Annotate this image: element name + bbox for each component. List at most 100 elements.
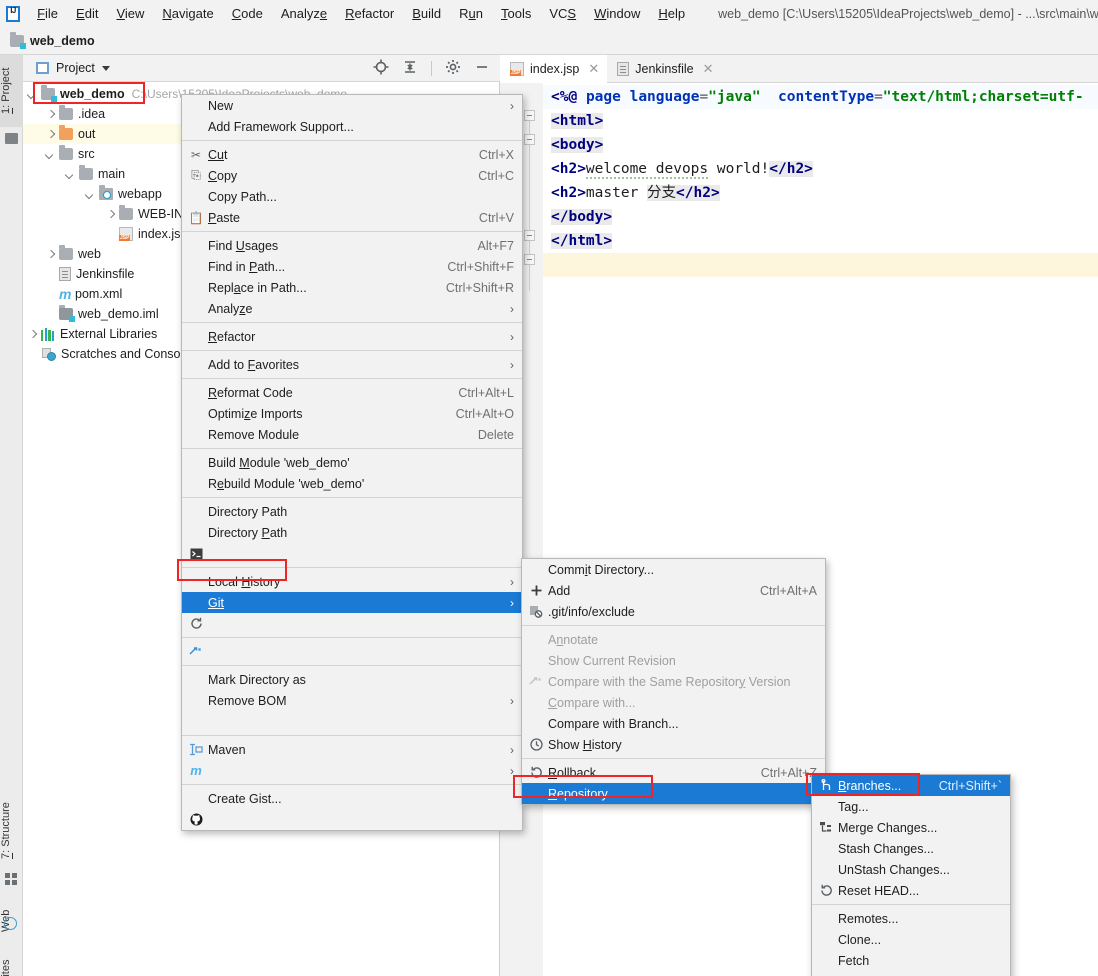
- menu-item-reformat-code[interactable]: Reformat Code Ctrl+Alt+L: [182, 382, 522, 403]
- menu-item-analyze[interactable]: Analyze ›: [182, 298, 522, 319]
- chevron-down-icon[interactable]: [101, 65, 110, 71]
- menu-item-fetch[interactable]: Fetch: [812, 950, 1010, 971]
- menu-item-unstash-changes[interactable]: UnStash Changes...: [812, 859, 1010, 880]
- repository-submenu[interactable]: Branches... Ctrl+Shift+` Tag... Merge Cha…: [811, 774, 1011, 976]
- menu-analyze[interactable]: Analyze: [272, 3, 336, 24]
- chevron-right-icon[interactable]: [45, 129, 56, 140]
- menu-item-merge-changes[interactable]: Merge Changes...: [812, 817, 1010, 838]
- menu-item-git[interactable]: Git ›: [182, 592, 522, 613]
- menu-item-compare-with-branch[interactable]: Compare with Branch...: [522, 713, 825, 734]
- menu-item-find-in-path[interactable]: Find in Path... Ctrl+Shift+F: [182, 256, 522, 277]
- sidebar-item-favorites[interactable]: 2: Favorites: [0, 945, 23, 976]
- menu-item-repository[interactable]: Repository›: [522, 783, 825, 804]
- fold-marker-body-close[interactable]: [524, 230, 535, 241]
- tab-index-jsp[interactable]: index.jsp ✕: [500, 55, 608, 83]
- sidebar-item-project[interactable]: 1: Project: [0, 55, 23, 127]
- menu-item-rollback[interactable]: Rollback... Ctrl+Alt+Z: [522, 762, 825, 783]
- menu-item-copy-path[interactable]: Copy Path...: [182, 186, 522, 207]
- menu-item-tag[interactable]: Tag...: [812, 796, 1010, 817]
- menu-item-reload-from-disk[interactable]: [182, 613, 522, 634]
- menu-item-add[interactable]: Add Ctrl+Alt+A: [522, 580, 825, 601]
- menu-help[interactable]: Help: [649, 3, 694, 24]
- chevron-right-icon[interactable]: [105, 209, 116, 220]
- menu-item-maven[interactable]: m ›: [182, 760, 522, 781]
- menu-item-mark-directory-as[interactable]: Remove BOM ›: [182, 690, 522, 711]
- rollback-icon: [818, 884, 834, 897]
- menu-item-optimize-imports[interactable]: Optimize Imports Ctrl+Alt+O: [182, 403, 522, 424]
- menu-item-commit-directory[interactable]: Commit Directory...: [522, 559, 825, 580]
- toolbar-divider: [431, 60, 432, 76]
- settings-gear-icon[interactable]: [445, 59, 461, 78]
- menu-item-remove-bom[interactable]: [182, 711, 522, 732]
- menu-item-clone[interactable]: Clone...: [812, 929, 1010, 950]
- code-line-5: <h2>master 分支</h2>: [551, 185, 720, 201]
- chevron-right-icon[interactable]: [45, 109, 56, 120]
- collapse-all-icon[interactable]: [402, 59, 418, 78]
- menu-item-rebuild-module[interactable]: Rebuild Module 'web_demo': [182, 473, 522, 494]
- folder-icon: [79, 165, 93, 180]
- fold-marker-html-close[interactable]: [524, 254, 535, 265]
- sidebar-item-structure[interactable]: 7: Structure: [0, 790, 23, 872]
- menu-item-refactor[interactable]: Refactor ›: [182, 326, 522, 347]
- menu-edit[interactable]: Edit: [67, 3, 107, 24]
- tab-jenkinsfile[interactable]: Jenkinsfile ✕: [607, 55, 721, 82]
- menu-separator: [182, 497, 522, 498]
- menu-item-show-history[interactable]: Show History: [522, 734, 825, 755]
- menu-item-open-module-settings[interactable]: Mark Directory as: [182, 669, 522, 690]
- menu-item-add-framework-support[interactable]: Add Framework Support...: [182, 116, 522, 137]
- chevron-down-icon[interactable]: [85, 189, 96, 200]
- menu-file[interactable]: File: [28, 3, 67, 24]
- menu-item-open-in-terminal[interactable]: [182, 543, 522, 564]
- chevron-down-icon[interactable]: [65, 169, 76, 180]
- menu-item-show-current-revision: Show Current Revision: [548, 653, 676, 668]
- menu-navigate[interactable]: Navigate: [153, 3, 222, 24]
- chevron-down-icon[interactable]: [45, 149, 56, 160]
- menu-window[interactable]: Window: [585, 3, 649, 24]
- menu-item-add-to-favorites[interactable]: Add to Favorites ›: [182, 354, 522, 375]
- menu-build[interactable]: Build: [403, 3, 450, 24]
- menu-item-directory-path[interactable]: Directory Path: [182, 522, 522, 543]
- jsp-file-icon: [119, 227, 133, 241]
- menu-item-new[interactable]: New ›: [182, 95, 522, 116]
- menu-item-git-info-exclude[interactable]: .git/info/exclude: [522, 601, 825, 622]
- menu-item-pull[interactable]: Pull...: [812, 971, 1010, 976]
- menu-item-remotes[interactable]: Remotes...: [812, 908, 1010, 929]
- menu-item-copy[interactable]: ⎘ Copy Ctrl+C: [182, 165, 522, 186]
- menu-item-build-module[interactable]: Build Module 'web_demo': [182, 452, 522, 473]
- tree-item-label: Jenkinsfile: [76, 267, 135, 281]
- menu-item-compare-with[interactable]: [182, 641, 522, 662]
- menu-refactor[interactable]: Refactor: [336, 3, 403, 24]
- project-panel-header: Project: [23, 55, 500, 82]
- menu-item-cut[interactable]: ✂ Cut Ctrl+X: [182, 144, 522, 165]
- menu-item-convert-java-to-kotlin[interactable]: Create Gist...: [182, 788, 522, 809]
- menu-item-find-usages[interactable]: Find Usages Alt+F7: [182, 235, 522, 256]
- git-submenu[interactable]: Commit Directory... Add Ctrl+Alt+A .git/i…: [521, 558, 826, 805]
- chevron-right-icon[interactable]: [45, 249, 56, 260]
- menu-code[interactable]: Code: [223, 3, 272, 24]
- menu-view[interactable]: View: [107, 3, 153, 24]
- hide-icon[interactable]: [474, 59, 490, 78]
- menu-item-branches[interactable]: Branches... Ctrl+Shift+`: [812, 775, 1010, 796]
- menu-item-paste[interactable]: 📋 Paste Ctrl+V: [182, 207, 522, 228]
- menu-item-reset-head[interactable]: Reset HEAD...: [812, 880, 1010, 901]
- close-icon[interactable]: ✕: [703, 61, 714, 77]
- close-icon[interactable]: ✕: [588, 61, 599, 77]
- menu-item-remove-module[interactable]: Remove Module Delete: [182, 424, 522, 445]
- locate-icon[interactable]: [373, 59, 389, 78]
- menu-item-local-history[interactable]: Local History ›: [182, 571, 522, 592]
- menu-item-create-gist[interactable]: [182, 809, 522, 830]
- menu-run[interactable]: Run: [450, 3, 492, 24]
- menu-item-diagrams[interactable]: Maven ›: [182, 739, 522, 760]
- menu-tools[interactable]: Tools: [492, 3, 540, 24]
- chevron-right-icon[interactable]: [27, 329, 38, 340]
- folder-icon: [59, 245, 73, 260]
- chevron-down-icon[interactable]: [27, 89, 38, 100]
- fold-marker-html[interactable]: [524, 110, 535, 121]
- tree-item-label: pom.xml: [75, 287, 123, 301]
- menu-vcs[interactable]: VCS: [540, 3, 585, 24]
- fold-marker-body[interactable]: [524, 134, 535, 145]
- menu-item-replace-in-path[interactable]: Replace in Path... Ctrl+Shift+R: [182, 277, 522, 298]
- project-context-menu[interactable]: New › Add Framework Support... ✂ Cut Ctrl+X…: [181, 94, 523, 831]
- menu-item-show-in-explorer[interactable]: Directory Path: [182, 501, 522, 522]
- menu-item-stash-changes[interactable]: Stash Changes...: [812, 838, 1010, 859]
